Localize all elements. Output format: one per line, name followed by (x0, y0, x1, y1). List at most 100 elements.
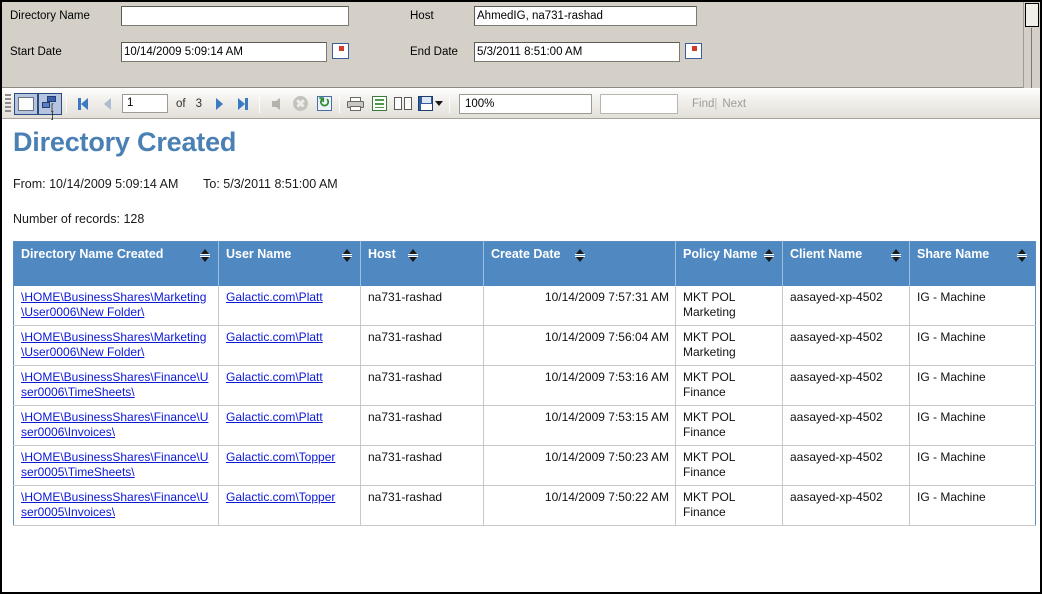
page-setup-button[interactable] (367, 93, 391, 115)
cell-share-name: IG - Machine (909, 405, 1036, 446)
last-page-button[interactable] (231, 93, 255, 115)
toolbar-drag-handle[interactable] (5, 93, 11, 114)
sort-icon[interactable] (1017, 249, 1028, 262)
export-chevron-down-icon[interactable] (435, 101, 443, 106)
end-date-input[interactable]: 5/3/2011 8:51:00 AM (474, 42, 680, 62)
column-header-host[interactable]: Host (360, 241, 484, 286)
sort-icon[interactable] (408, 249, 419, 262)
sort-icon[interactable] (891, 249, 902, 262)
first-page-icon (78, 97, 88, 110)
print-layout-button[interactable] (391, 93, 415, 115)
cell-host: na731-rashad (360, 365, 484, 406)
cell-directory-name-link[interactable]: \HOME\BusinessShares\Finance\User0006\In… (21, 410, 208, 439)
scrollbar-track[interactable] (1031, 28, 1032, 88)
sort-icon[interactable] (200, 249, 211, 262)
cell-share-name: IG - Machine (909, 365, 1036, 406)
column-label: User Name (226, 247, 292, 261)
sort-icon[interactable] (764, 249, 775, 262)
document-map-button[interactable] (14, 92, 38, 115)
previous-page-icon (103, 97, 111, 110)
cell-directory-name[interactable]: \HOME\BusinessShares\Marketing\User0006\… (13, 285, 219, 326)
calendar-icon-end[interactable] (685, 43, 702, 59)
cell-directory-name[interactable]: \HOME\BusinessShares\Finance\User0005\Ti… (13, 445, 219, 486)
host-dropdown[interactable]: AhmedIG, na731-rashad (474, 6, 697, 26)
cell-user-name-link[interactable]: Galactic.com\Platt (226, 410, 323, 424)
cell-user-name-link[interactable]: Galactic.com\Platt (226, 370, 323, 384)
table-row: \HOME\BusinessShares\Finance\User0006\Ti… (13, 365, 1036, 406)
first-page-button[interactable] (71, 93, 95, 115)
calendar-icon-start[interactable] (332, 43, 349, 59)
page-number-input[interactable]: 1 (122, 94, 168, 113)
scrollbar-thumb[interactable] (1025, 3, 1039, 27)
report-from-label: From: 10/14/2009 5:09:14 AM (13, 177, 179, 191)
print-layout-icon (394, 97, 412, 110)
find-next-button[interactable]: Next (722, 98, 746, 110)
report-to-label: To: 5/3/2011 8:51:00 AM (203, 177, 338, 191)
toolbar-separator (66, 94, 67, 113)
print-icon (346, 96, 364, 111)
sort-icon[interactable] (575, 249, 586, 262)
cell-user-name[interactable]: Galactic.com\Topper (218, 485, 361, 526)
search-input[interactable] (600, 93, 678, 114)
column-header-share-name[interactable]: Share Name (909, 241, 1036, 286)
cell-user-name-link[interactable]: Galactic.com\Platt (226, 290, 323, 304)
start-date-input[interactable]: 10/14/2009 5:09:14 AM (121, 42, 327, 62)
cell-directory-name-link[interactable]: \HOME\BusinessShares\Finance\User0005\In… (21, 490, 208, 519)
export-button[interactable] (415, 93, 446, 115)
stop-icon (292, 96, 308, 111)
cell-user-name[interactable]: Galactic.com\Platt (218, 325, 361, 366)
directory-name-input[interactable] (121, 6, 349, 26)
previous-page-button[interactable] (95, 93, 119, 115)
zoom-dropdown[interactable]: 100% (459, 93, 592, 114)
cell-directory-name[interactable]: \HOME\BusinessShares\Marketing\User0006\… (13, 325, 219, 366)
cell-policy-name: MKT POL Marketing (675, 325, 783, 366)
host-label: Host (410, 10, 434, 22)
cell-directory-name-link[interactable]: \HOME\BusinessShares\Finance\User0006\Ti… (21, 370, 208, 399)
cell-user-name[interactable]: Galactic.com\Platt (218, 405, 361, 446)
cell-user-name-link[interactable]: Galactic.com\Topper (226, 450, 335, 464)
cell-user-name-link[interactable]: Galactic.com\Platt (226, 330, 323, 344)
report-toolbar: [ ] 1 of 3 ↻ 100% Find | Next (2, 89, 1040, 120)
report-body: Directory Created From: 10/14/2009 5:09:… (2, 120, 1040, 592)
column-header-create-date[interactable]: Create Date (483, 241, 676, 286)
parameters-scrollbar[interactable] (1023, 2, 1040, 88)
column-header-user-name[interactable]: User Name (218, 241, 361, 286)
cell-directory-name[interactable]: \HOME\BusinessShares\Finance\User0006\Ti… (13, 365, 219, 406)
find-button[interactable]: Find (692, 98, 714, 110)
column-header-client-name[interactable]: Client Name (782, 241, 910, 286)
cell-user-name[interactable]: Galactic.com\Platt (218, 285, 361, 326)
cell-directory-name-link[interactable]: \HOME\BusinessShares\Marketing\User0006\… (21, 330, 206, 359)
refresh-button[interactable] (312, 93, 336, 115)
cell-user-name-link[interactable]: Galactic.com\Topper (226, 490, 335, 504)
of-label: of (176, 97, 186, 110)
toolbar-separator (259, 94, 260, 113)
parameters-toggle-button[interactable]: [ ] (38, 92, 62, 120)
cell-directory-name[interactable]: \HOME\BusinessShares\Finance\User0006\In… (13, 405, 219, 446)
cell-directory-name-link[interactable]: \HOME\BusinessShares\Finance\User0005\Ti… (21, 450, 208, 479)
sort-icon[interactable] (342, 249, 353, 262)
cell-share-name: IG - Machine (909, 285, 1036, 326)
column-header-directory-name-created[interactable]: Directory Name Created (13, 241, 219, 286)
cell-share-name: IG - Machine (909, 485, 1036, 526)
cell-create-date: 10/14/2009 7:50:22 AM (483, 485, 676, 526)
column-label: Policy Name (683, 247, 758, 261)
stop-rendering-button[interactable] (288, 93, 312, 115)
column-header-policy-name[interactable]: Policy Name (675, 241, 783, 286)
back-to-parent-button[interactable] (264, 93, 288, 115)
refresh-icon (316, 94, 332, 111)
next-page-button[interactable] (207, 93, 231, 115)
table-row: \HOME\BusinessShares\Marketing\User0006\… (13, 325, 1036, 366)
cell-client-name: aasayed-xp-4502 (782, 365, 910, 406)
report-viewer-window: Directory Name Host AhmedIG, na731-rasha… (0, 0, 1042, 594)
cell-directory-name[interactable]: \HOME\BusinessShares\Finance\User0005\In… (13, 485, 219, 526)
cell-directory-name-link[interactable]: \HOME\BusinessShares\Marketing\User0006\… (21, 290, 206, 319)
report-data-table: Directory Name Created User Name Host Cr… (13, 241, 1036, 526)
cell-create-date: 10/14/2009 7:56:04 AM (483, 325, 676, 366)
cell-client-name: aasayed-xp-4502 (782, 325, 910, 366)
start-date-label: Start Date (10, 46, 62, 58)
cell-user-name[interactable]: Galactic.com\Platt (218, 365, 361, 406)
print-button[interactable] (343, 93, 367, 115)
record-count-label: Number of records: 128 (13, 212, 145, 226)
cell-user-name[interactable]: Galactic.com\Topper (218, 445, 361, 486)
table-row: \HOME\BusinessShares\Finance\User0006\In… (13, 405, 1036, 446)
